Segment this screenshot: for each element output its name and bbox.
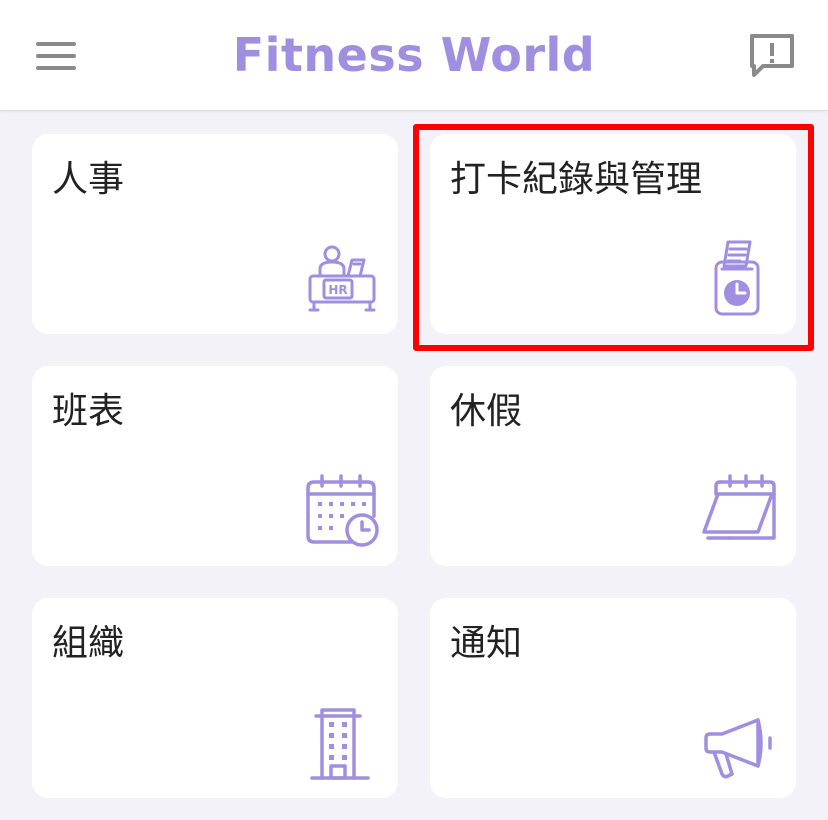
page-title: Fitness World [232,28,596,82]
card-label: 通知 [450,623,523,664]
megaphone-icon [700,702,780,782]
card-label: 班表 [52,391,125,432]
calendar-clock-icon [302,470,382,550]
hr-desk-icon: HR [302,238,382,318]
app-header: Fitness World [0,0,828,111]
card-hr[interactable]: 人事 HR [32,134,398,334]
building-icon [302,702,382,782]
svg-text:HR: HR [328,283,347,297]
card-organization[interactable]: 組織 [32,598,398,798]
card-leave[interactable]: 休假 [430,366,796,566]
card-label: 打卡紀錄與管理 [450,159,703,200]
punch-clock-icon [700,238,780,318]
feedback-icon [750,34,794,77]
card-notifications[interactable]: 通知 [430,598,796,798]
card-label: 人事 [52,159,125,200]
card-schedule[interactable]: 班表 [32,366,398,566]
card-label: 組織 [52,623,125,664]
card-punch-records[interactable]: 打卡紀錄與管理 [430,134,796,334]
calendar-icon [700,470,780,550]
feedback-button[interactable] [742,28,802,84]
card-label: 休假 [450,391,523,432]
